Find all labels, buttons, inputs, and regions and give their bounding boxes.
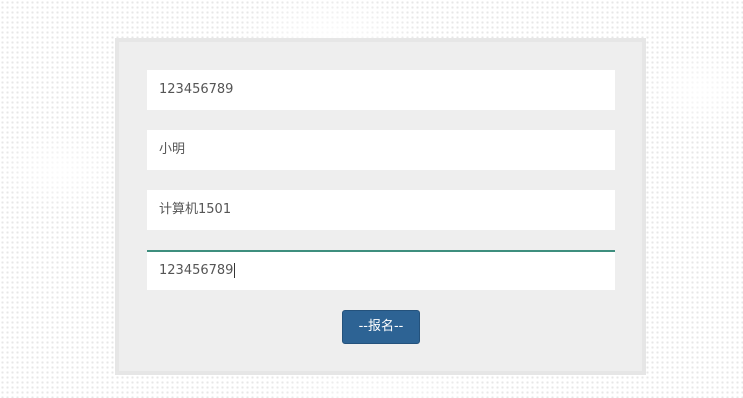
- name-field[interactable]: 小明: [147, 130, 615, 170]
- registration-form-panel: 123456789 小明 计算机1501 123456789 --报名--: [115, 38, 646, 375]
- class-field[interactable]: 计算机1501: [147, 190, 615, 230]
- phone-field[interactable]: 123456789: [147, 250, 615, 290]
- student-id-field[interactable]: 123456789: [147, 70, 615, 110]
- class-value: 计算机1501: [159, 202, 232, 217]
- text-caret: [234, 263, 236, 278]
- register-button[interactable]: --报名--: [342, 310, 420, 344]
- student-id-value: 123456789: [159, 82, 234, 97]
- phone-value: 123456789: [159, 263, 234, 278]
- name-value: 小明: [159, 142, 186, 157]
